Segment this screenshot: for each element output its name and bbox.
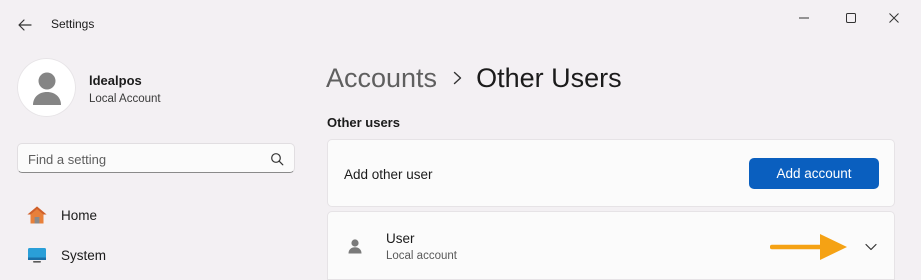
user-account-type: Local account [386, 250, 457, 262]
window-title: Settings [51, 17, 95, 31]
minimize-button[interactable] [790, 6, 818, 30]
close-icon [889, 13, 899, 23]
add-account-button[interactable]: Add account [749, 158, 879, 189]
expand-button[interactable] [860, 236, 882, 258]
breadcrumb-accounts[interactable]: Accounts [326, 63, 437, 94]
user-row[interactable]: User Local account [327, 211, 895, 280]
back-arrow-icon [18, 19, 32, 31]
add-user-label: Add other user [344, 167, 433, 182]
chevron-right-icon [453, 71, 462, 85]
search-input[interactable] [28, 150, 258, 168]
maximize-button[interactable] [837, 6, 865, 30]
system-icon [26, 244, 48, 266]
person-icon [32, 72, 61, 105]
section-heading: Other users [327, 115, 400, 130]
avatar [17, 58, 76, 117]
profile-name: ldealpos [89, 73, 142, 88]
page-title: Other Users [476, 62, 622, 93]
sidebar-item-label: Home [61, 207, 98, 223]
back-button[interactable] [14, 14, 36, 36]
user-icon [348, 239, 362, 254]
sidebar-item-system[interactable]: System [17, 238, 295, 272]
close-button[interactable] [880, 6, 908, 30]
search-box[interactable] [17, 143, 295, 173]
maximize-icon [846, 13, 856, 23]
search-icon[interactable] [270, 152, 284, 166]
user-name: User [386, 231, 415, 246]
sidebar-item-label: System [61, 247, 107, 263]
annotation-arrow-icon [770, 234, 847, 260]
sidebar-item-home[interactable]: Home [17, 198, 295, 232]
add-user-card: Add other user Add account [327, 139, 895, 207]
profile-account-type: Local Account [89, 93, 161, 105]
home-icon [26, 204, 48, 226]
breadcrumb: Accounts Other Users [326, 58, 622, 98]
minimize-icon [799, 17, 809, 19]
title-bar: Settings [0, 0, 921, 50]
chevron-down-icon [865, 243, 877, 251]
